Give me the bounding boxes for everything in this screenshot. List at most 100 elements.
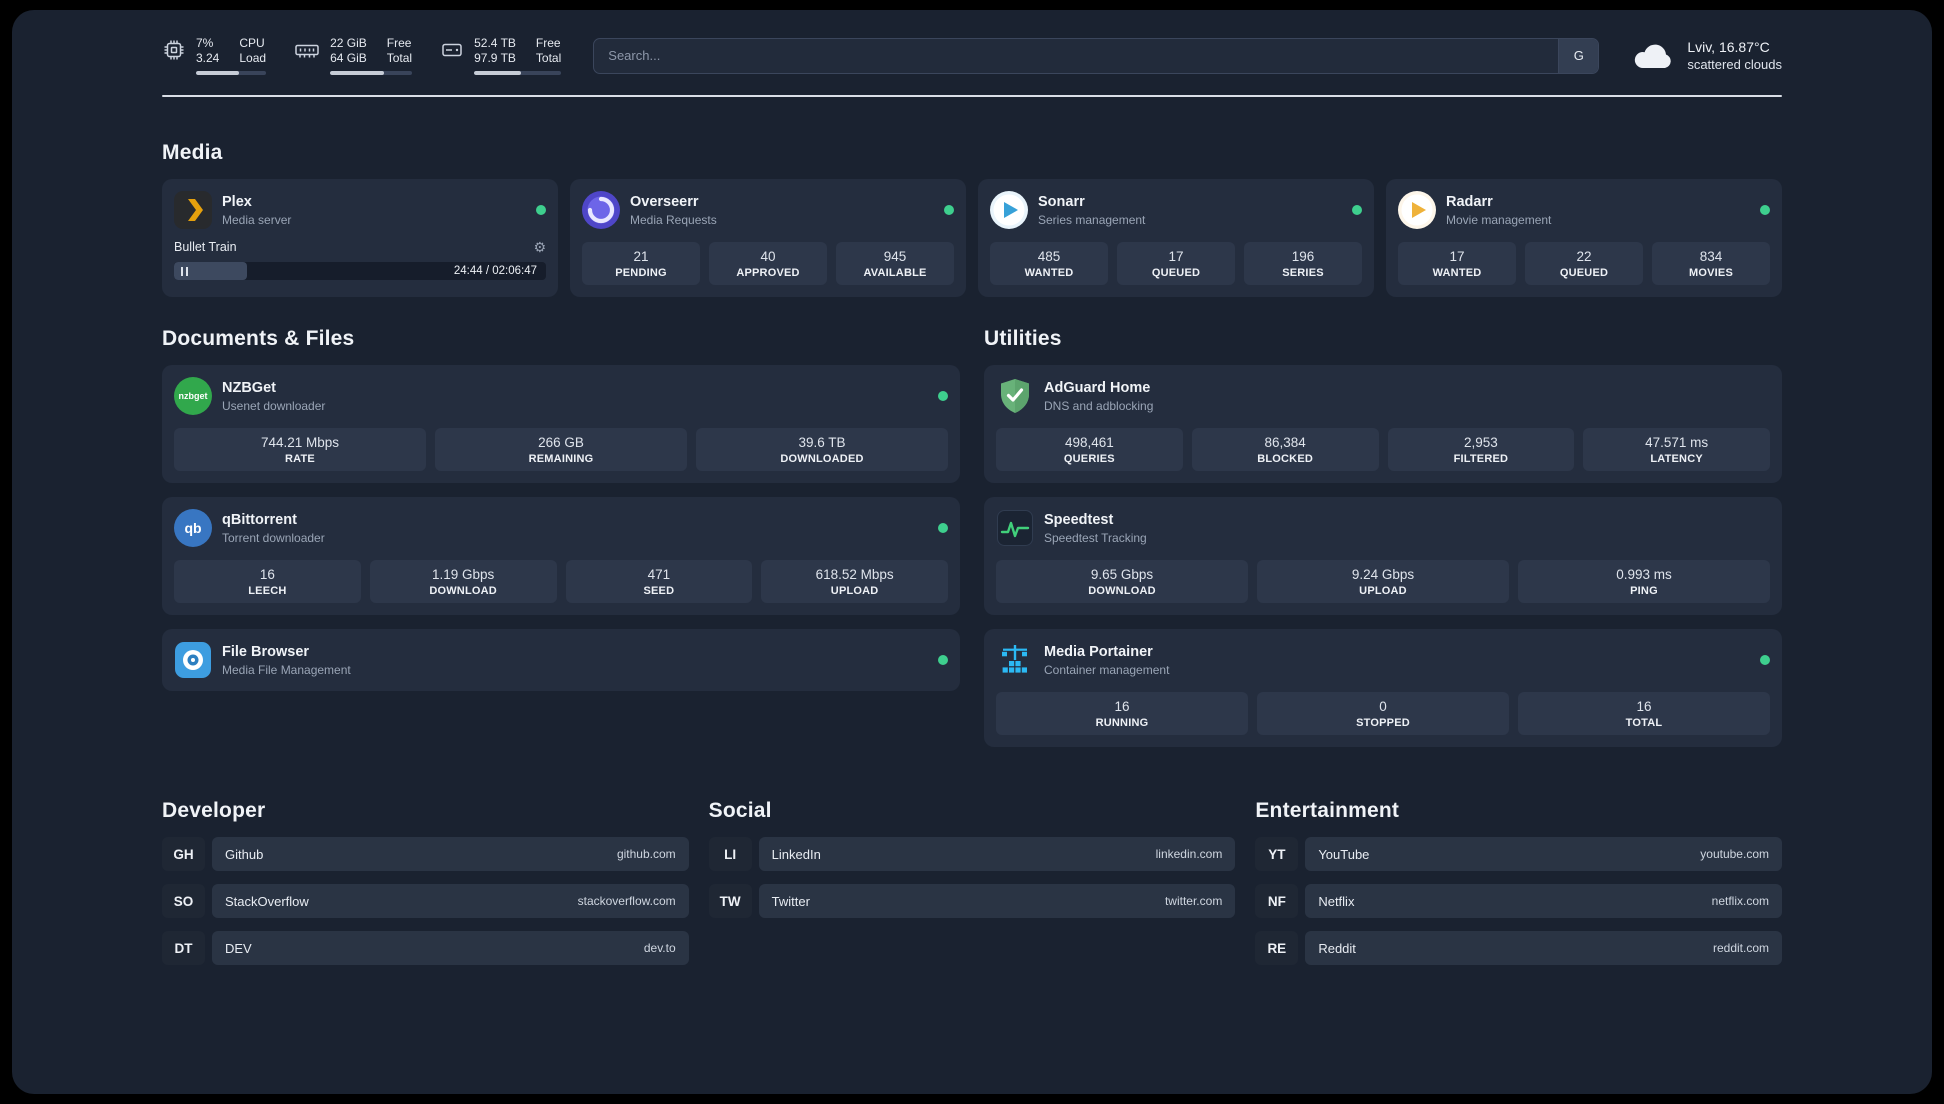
bookmark-youtube: YT YouTube youtube.com <box>1255 837 1782 871</box>
status-dot <box>1760 655 1770 665</box>
stat-download: 1.19 Gbps DOWNLOAD <box>369 560 557 603</box>
playback-progress-bar[interactable]: 24:44 / 02:06:47 <box>174 262 546 280</box>
stat-total: 16 TOTAL <box>1518 692 1770 735</box>
bookmark-stackoverflow: SO StackOverflow stackoverflow.com <box>162 884 689 918</box>
portainer-icon <box>996 641 1034 679</box>
status-dot <box>1352 205 1362 215</box>
app-card-speedtest[interactable]: Speedtest Speedtest Tracking 9.65 Gbps D… <box>984 497 1782 615</box>
top-bar: 7% 3.24 CPU Load 22 GiB 64 GiB Free Tota… <box>162 36 1782 75</box>
app-card-sonarr[interactable]: Sonarr Series management 485 WANTED 17 Q… <box>978 179 1374 297</box>
app-name: Plex <box>222 193 252 210</box>
stat-queries: 498,461 QUERIES <box>996 428 1183 471</box>
bookmark-link-netflix[interactable]: Netflix netflix.com <box>1305 884 1782 918</box>
bookmark-link-twitter[interactable]: Twitter twitter.com <box>758 884 1236 918</box>
bookmark-link-github[interactable]: Github github.com <box>212 837 689 871</box>
bookmark-abbr: DT <box>162 931 205 965</box>
stat-queued: 17 QUEUED <box>1117 242 1235 285</box>
stat-leech: 16 LEECH <box>174 560 361 603</box>
weather-widget: Lviv, 16.87°C scattered clouds <box>1631 39 1782 72</box>
app-card-radarr[interactable]: Radarr Movie management 17 WANTED 22 QUE… <box>1386 179 1782 297</box>
stat-movies: 834 MOVIES <box>1652 242 1770 285</box>
stat-rate: 744.21 Mbps RATE <box>174 428 426 471</box>
dashboard-app: 7% 3.24 CPU Load 22 GiB 64 GiB Free Tota… <box>12 10 1932 1094</box>
speedtest-icon <box>996 509 1034 547</box>
bookmark-link-youtube[interactable]: YouTube youtube.com <box>1305 837 1782 871</box>
search-bar: G <box>593 37 1600 74</box>
sonarr-icon <box>990 191 1028 229</box>
app-name: Sonarr <box>1038 193 1085 210</box>
stat-downloaded: 39.6 TB DOWNLOADED <box>696 428 948 471</box>
svg-text:nzbget: nzbget <box>179 391 208 401</box>
plex-icon <box>174 191 212 229</box>
app-card-adguard[interactable]: AdGuard Home DNS and adblocking 498,461 … <box>984 365 1782 483</box>
section-developer: Developer GH Github github.com SO StackO… <box>162 799 689 965</box>
memory-free-label: Free <box>386 36 412 50</box>
app-name: Media Portainer <box>1044 643 1153 660</box>
bookmark-link-reddit[interactable]: Reddit reddit.com <box>1305 931 1782 965</box>
app-card-overseerr[interactable]: Overseerr Media Requests 21 PENDING 40 A… <box>570 179 966 297</box>
app-subtitle: Media Requests <box>630 212 717 227</box>
app-subtitle: Series management <box>1038 212 1146 227</box>
bookmark-link-dev[interactable]: DEV dev.to <box>212 931 689 965</box>
qbittorrent-icon: qb <box>174 509 212 547</box>
cpu-label: CPU <box>239 36 265 50</box>
stat-upload: 618.52 Mbps UPLOAD <box>761 560 948 603</box>
stat-stopped: 0 STOPPED <box>1257 692 1509 735</box>
status-dot <box>944 205 954 215</box>
status-dot <box>1760 205 1770 215</box>
stat-upload: 9.24 Gbps UPLOAD <box>1257 560 1509 603</box>
memory-usage-widget: 22 GiB 64 GiB Free Total <box>294 36 413 75</box>
app-subtitle: DNS and adblocking <box>1044 398 1154 413</box>
search-input[interactable] <box>594 38 1559 73</box>
playback-time: 24:44 / 02:06:47 <box>453 265 537 277</box>
adguard-icon <box>996 377 1034 415</box>
memory-free-value: 22 GiB <box>330 36 367 50</box>
stat-pending: 21 PENDING <box>582 242 700 285</box>
app-card-filebrowser[interactable]: File Browser Media File Management <box>162 629 960 691</box>
pause-icon[interactable] <box>181 266 188 276</box>
weather-condition: scattered clouds <box>1687 57 1782 72</box>
section-title-entertainment: Entertainment <box>1255 799 1400 822</box>
stat-filtered: 2,953 FILTERED <box>1387 428 1575 471</box>
cpu-usage-widget: 7% 3.24 CPU Load <box>162 36 267 75</box>
bookmark-netflix: NF Netflix netflix.com <box>1255 884 1782 918</box>
stat-download: 9.65 Gbps DOWNLOAD <box>996 560 1248 603</box>
storage-icon <box>440 38 464 62</box>
bookmark-abbr: LI <box>708 837 752 871</box>
section-entertainment: Entertainment YT YouTube youtube.com NF … <box>1255 799 1782 965</box>
storage-usage-widget: 52.4 TB 97.9 TB Free Total <box>440 36 562 75</box>
header-divider <box>162 95 1782 97</box>
app-card-qbittorrent[interactable]: qb qBittorrent Torrent downloader 16 LEE… <box>162 497 960 615</box>
bookmark-link-stackoverflow[interactable]: StackOverflow stackoverflow.com <box>212 884 689 918</box>
section-utilities: Utilities AdGuard Home DNS and adblockin… <box>984 327 1782 747</box>
status-dot <box>938 523 948 533</box>
storage-total-value: 97.9 TB <box>474 51 516 65</box>
app-card-plex[interactable]: Plex Media server Bullet Train ⚙ 24:44 /… <box>162 179 558 297</box>
bookmark-abbr: NF <box>1255 884 1299 918</box>
app-name: NZBGet <box>222 379 276 396</box>
stat-seed: 471 SEED <box>565 560 753 603</box>
storage-usage-bar <box>474 71 562 75</box>
bookmark-reddit: RE Reddit reddit.com <box>1255 931 1782 965</box>
cpu-load-value: 3.24 <box>196 51 220 65</box>
memory-total-label: Total <box>386 51 413 65</box>
bookmark-dev: DT DEV dev.to <box>162 931 689 965</box>
cpu-icon <box>162 38 186 62</box>
bookmark-abbr: YT <box>1255 837 1299 871</box>
stat-wanted: 485 WANTED <box>990 242 1108 285</box>
filebrowser-icon <box>174 641 212 679</box>
app-subtitle: Movie management <box>1446 212 1552 227</box>
stat-available: 945 AVAILABLE <box>836 242 954 285</box>
bookmark-link-linkedin[interactable]: LinkedIn linkedin.com <box>758 837 1236 871</box>
app-card-nzbget[interactable]: nzbget NZBGet Usenet downloader 744.21 M… <box>162 365 960 483</box>
app-card-portainer[interactable]: Media Portainer Container management 16 … <box>984 629 1782 747</box>
app-subtitle: Container management <box>1044 662 1170 677</box>
search-engine-button[interactable]: G <box>1558 38 1599 73</box>
system-stats: 7% 3.24 CPU Load 22 GiB 64 GiB Free Tota… <box>162 36 562 75</box>
settings-gear-icon[interactable]: ⚙ <box>533 240 546 254</box>
app-name: AdGuard Home <box>1044 379 1151 396</box>
section-social: Social LI LinkedIn linkedin.com TW Twitt… <box>708 799 1236 918</box>
bookmark-abbr: TW <box>708 884 752 918</box>
memory-icon <box>294 38 320 62</box>
stat-running: 16 RUNNING <box>996 692 1248 735</box>
